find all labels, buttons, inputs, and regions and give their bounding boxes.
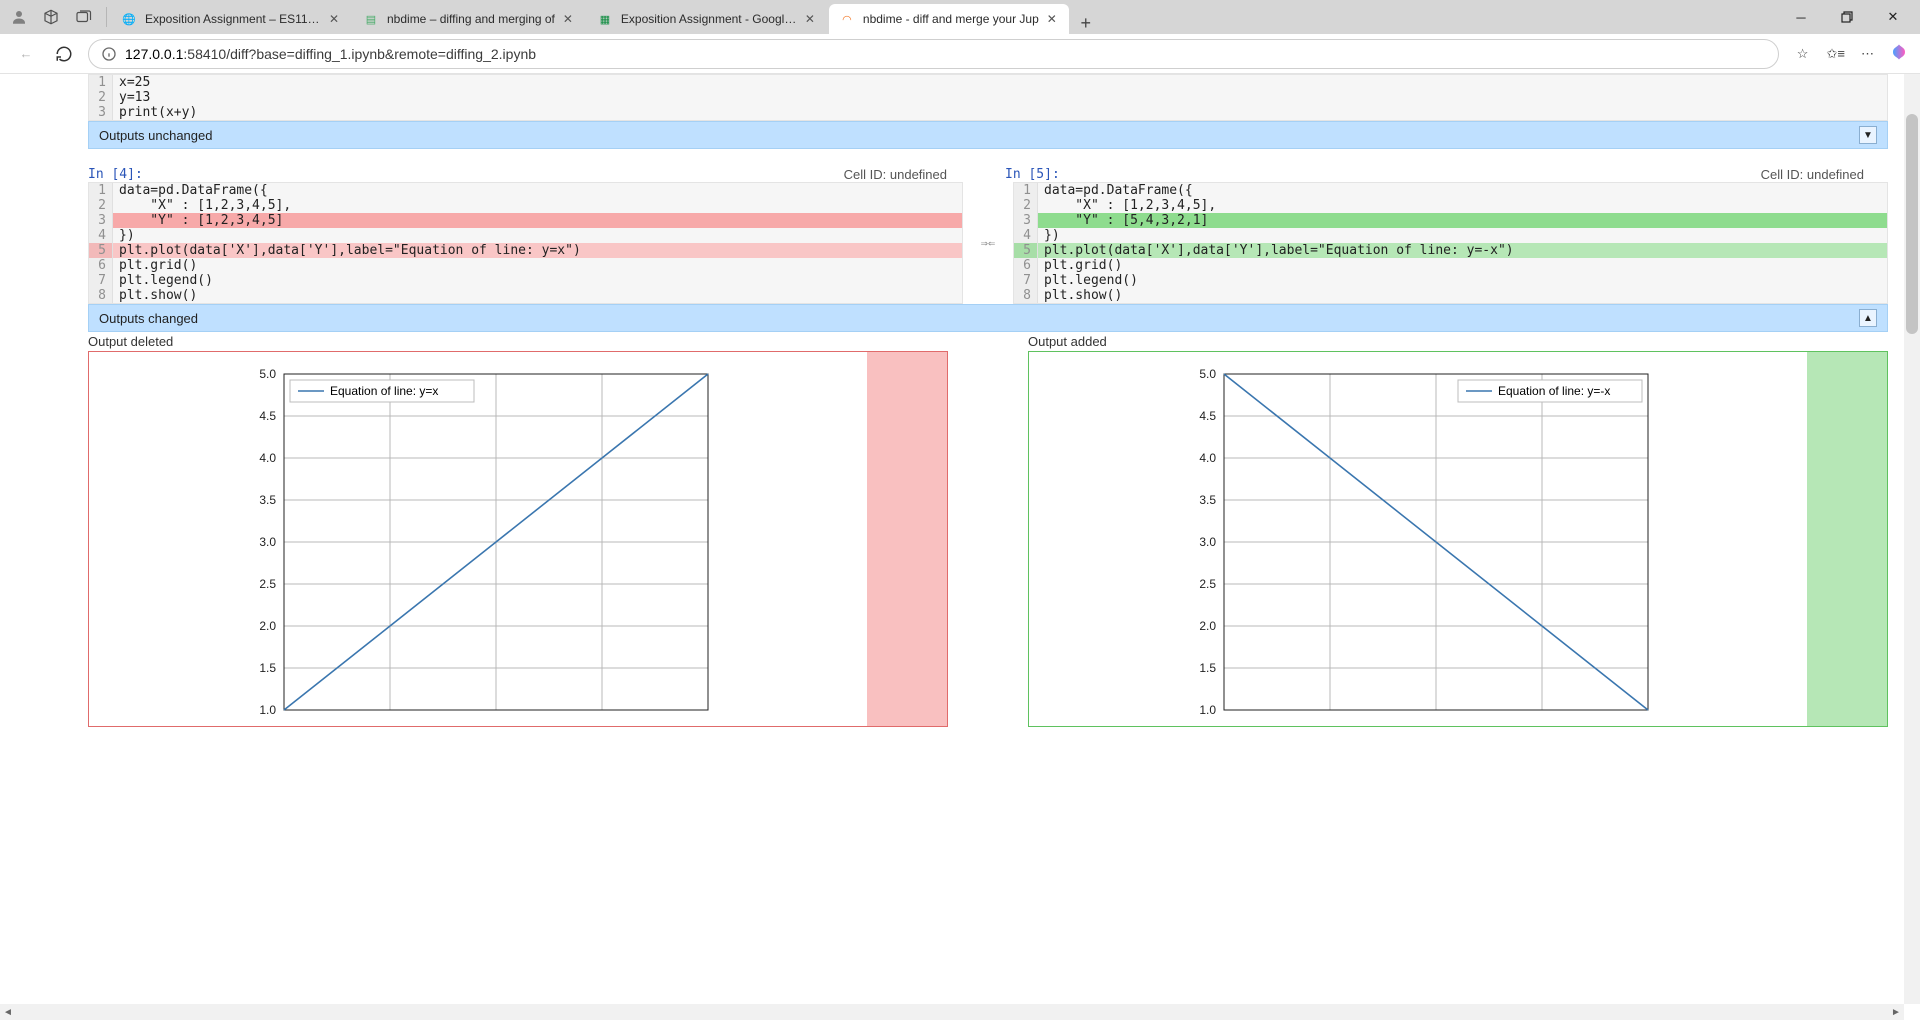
svg-text:5.0: 5.0 — [259, 367, 276, 381]
tab-close-icon[interactable]: ✕ — [803, 12, 817, 26]
chart-right: 1.0 1.5 2.0 2.5 3.0 3.5 4.0 4.5 5.0 Equation of … — [1037, 362, 1799, 722]
horizontal-scrollbar[interactable]: ◄► — [0, 1004, 1904, 1020]
svg-text:3.0: 3.0 — [1199, 535, 1216, 549]
svg-text:1.5: 1.5 — [259, 661, 276, 675]
cube-icon[interactable] — [42, 8, 60, 26]
svg-text:2.5: 2.5 — [259, 577, 276, 591]
url-text: 127.0.0.1:58410/diff?base=diffing_1.ipyn… — [125, 46, 536, 62]
site-info-icon[interactable] — [101, 46, 117, 62]
svg-text:2.5: 2.5 — [1199, 577, 1216, 591]
browser-tab[interactable]: ▦ Exposition Assignment - Google S ✕ — [587, 4, 827, 34]
svg-text:1.5: 1.5 — [1199, 661, 1216, 675]
svg-text:2.0: 2.0 — [259, 619, 276, 633]
svg-text:3.0: 3.0 — [259, 535, 276, 549]
output-deleted-box: 1.0 1.5 2.0 2.5 3.0 3.5 4.0 4.5 5.0 Equation of … — [88, 351, 948, 727]
deleted-strip — [867, 352, 947, 726]
svg-text:5.0: 5.0 — [1199, 367, 1216, 381]
copilot-icon[interactable] — [1890, 43, 1908, 64]
prompt-left: In [4]: — [88, 167, 143, 182]
tab-close-icon[interactable]: ✕ — [1045, 12, 1059, 26]
diff-gutter: ⇒⇐ — [971, 182, 1005, 304]
browser-addressbar: ← → 127.0.0.1:58410/diff?base=diffing_1.… — [0, 34, 1920, 74]
svg-text:2.0: 2.0 — [1199, 619, 1216, 633]
code-right: 1data=pd.DataFrame({2 "X" : [1,2,3,4,5],… — [1013, 182, 1888, 304]
url-box[interactable]: 127.0.0.1:58410/diff?base=diffing_1.ipyn… — [88, 39, 1779, 69]
tab-favicon-icon: ▦ — [597, 11, 613, 27]
code-left: 1data=pd.DataFrame({2 "X" : [1,2,3,4,5],… — [88, 182, 963, 304]
outputs-unchanged-label: Outputs unchanged — [99, 128, 212, 143]
browser-tabs: 🌐 Exposition Assignment – ES114 - I ✕ ▤ nbdi… — [111, 0, 1778, 34]
svg-text:3.5: 3.5 — [259, 493, 276, 507]
cell-id-left: Cell ID: undefined — [844, 167, 947, 182]
expand-toggle-icon[interactable]: ▲ — [1859, 309, 1877, 327]
output-deleted-label: Output deleted — [88, 334, 948, 349]
window-minimize-button[interactable]: ─ — [1778, 0, 1824, 34]
output-diff-row: Output deleted 1.0 1.5 2.0 2.5 3.0 3.5 4.0 4.5 5… — [88, 332, 1888, 727]
svg-text:Equation of line: y=x: Equation of line: y=x — [330, 384, 438, 398]
tab-close-icon[interactable]: ✕ — [561, 12, 575, 26]
browser-tab[interactable]: 🌐 Exposition Assignment – ES114 - I ✕ — [111, 4, 351, 34]
code-diff-row: 1data=pd.DataFrame({2 "X" : [1,2,3,4,5],… — [88, 182, 1888, 304]
svg-text:1.0: 1.0 — [1199, 703, 1216, 717]
collapse-toggle-icon[interactable]: ▼ — [1859, 126, 1877, 144]
browser-tab[interactable]: ▤ nbdime – diffing and merging of ✕ — [353, 4, 585, 34]
cell-header-row: In [4]: Cell ID: undefined In [5]: Cell … — [88, 167, 1888, 182]
window-close-button[interactable]: ✕ — [1870, 0, 1916, 34]
outputs-changed-header[interactable]: Outputs changed ▲ — [88, 304, 1888, 332]
window-maximize-button[interactable] — [1824, 0, 1870, 34]
tab-favicon-icon: 🌐 — [121, 11, 137, 27]
svg-text:4.5: 4.5 — [259, 409, 276, 423]
new-tab-button[interactable]: + — [1071, 13, 1101, 34]
browser-tab[interactable]: ◠ nbdime - diff and merge your Jup ✕ — [829, 4, 1069, 34]
code-cell-top: 1x=252y=133print(x+y) — [88, 74, 1888, 121]
prompt-right: In [5]: — [1005, 167, 1060, 182]
titlebar-sep — [106, 7, 107, 27]
tab-label: nbdime – diffing and merging of — [387, 12, 555, 26]
chart-left: 1.0 1.5 2.0 2.5 3.0 3.5 4.0 4.5 5.0 Equation of … — [97, 362, 859, 722]
browser-titlebar: 🌐 Exposition Assignment – ES114 - I ✕ ▤ nbdi… — [0, 0, 1920, 34]
favorite-button[interactable]: ☆ — [1789, 40, 1817, 68]
tab-favicon-icon: ▤ — [363, 11, 379, 27]
favorites-list-icon[interactable]: ✩≡ — [1827, 46, 1845, 62]
tab-close-icon[interactable]: ✕ — [327, 12, 341, 26]
profile-icon[interactable] — [10, 8, 28, 26]
svg-text:1.0: 1.0 — [259, 703, 276, 717]
added-strip — [1807, 352, 1887, 726]
tab-label: Exposition Assignment - Google S — [621, 12, 797, 26]
svg-text:3.5: 3.5 — [1199, 493, 1216, 507]
tab-favicon-icon: ◠ — [839, 11, 855, 27]
output-added-box: 1.0 1.5 2.0 2.5 3.0 3.5 4.0 4.5 5.0 Equation of … — [1028, 351, 1888, 727]
svg-text:4.0: 4.0 — [1199, 451, 1216, 465]
cell-id-right: Cell ID: undefined — [1761, 167, 1864, 182]
page-viewport: 1x=252y=133print(x+y) Outputs unchanged … — [0, 74, 1904, 1004]
svg-text:4.0: 4.0 — [259, 451, 276, 465]
nav-refresh-button[interactable] — [50, 40, 78, 68]
tabgroup-icon[interactable] — [74, 8, 92, 26]
tab-label: Exposition Assignment – ES114 - I — [145, 12, 321, 26]
outputs-unchanged-header[interactable]: Outputs unchanged ▼ — [88, 121, 1888, 149]
nav-back-button[interactable]: ← — [12, 40, 40, 68]
output-added-label: Output added — [1028, 334, 1888, 349]
outputs-changed-label: Outputs changed — [99, 311, 198, 326]
tab-label: nbdime - diff and merge your Jup — [863, 12, 1039, 26]
more-icon[interactable]: ⋯ — [1861, 46, 1874, 62]
svg-text:4.5: 4.5 — [1199, 409, 1216, 423]
svg-text:Equation of line: y=-x: Equation of line: y=-x — [1498, 384, 1610, 398]
vertical-scrollbar[interactable] — [1904, 74, 1920, 1004]
